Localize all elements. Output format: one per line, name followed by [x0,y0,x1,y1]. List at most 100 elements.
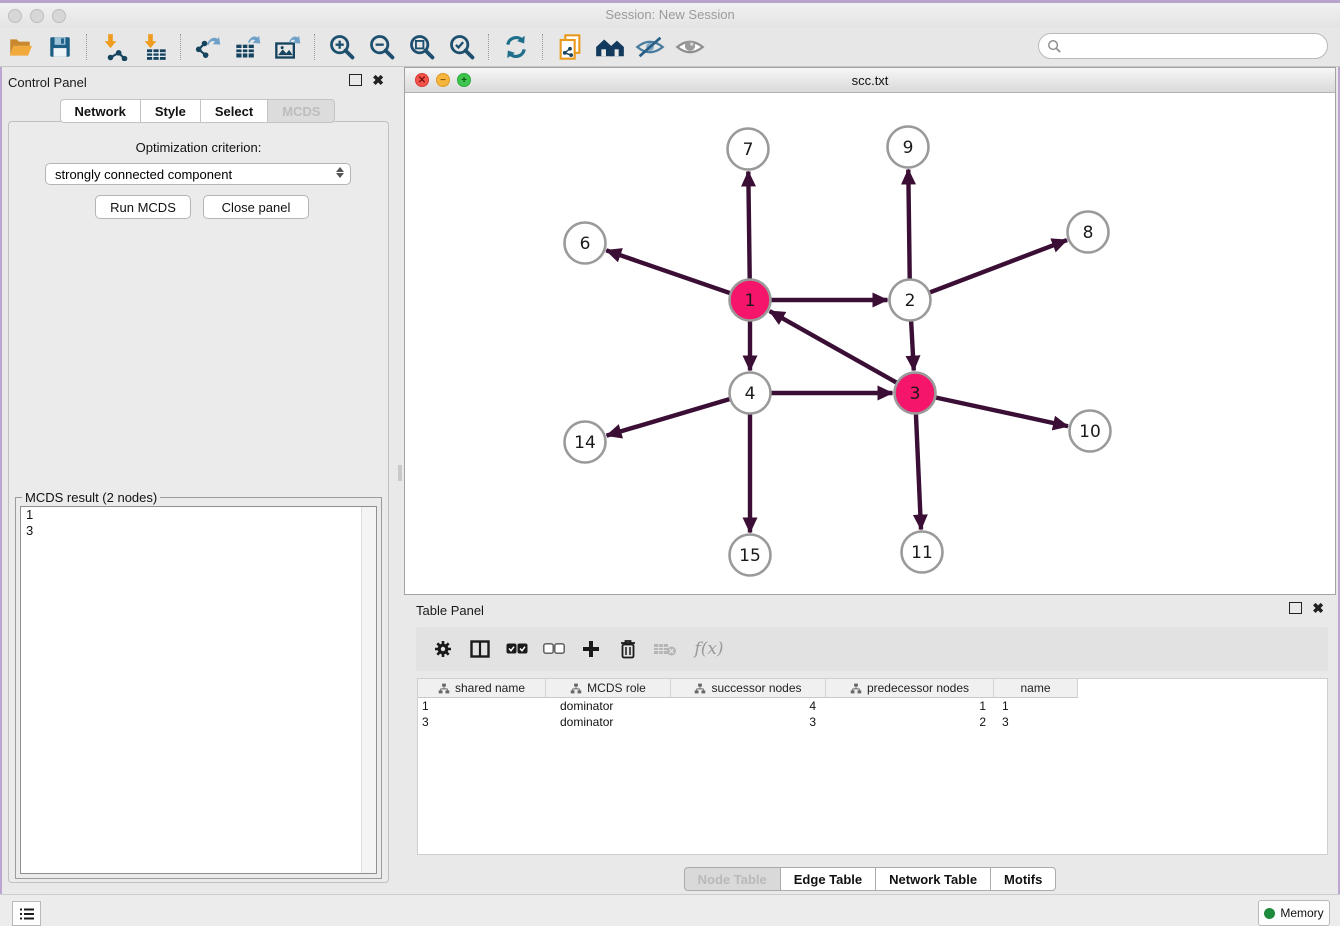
import-network-button[interactable] [94,31,134,63]
column-type-icon [850,683,862,694]
graph-node-7[interactable]: 7 [728,129,769,170]
table-tab-edge-table[interactable]: Edge Table [780,867,875,891]
table-row[interactable]: 1dominator411 [418,698,1327,714]
control-panel-close-icon[interactable]: ✖ [372,75,384,85]
graph-node-3[interactable]: 3 [895,373,936,414]
table-cell[interactable]: 3 [994,714,1078,730]
table-row[interactable]: 3dominator323 [418,714,1327,730]
table-cell[interactable]: 2 [826,714,994,730]
vertical-splitter-handle[interactable] [398,465,402,481]
zoom-selected-button[interactable] [442,31,482,63]
table-cell[interactable]: 1 [826,698,994,714]
eye-icon [675,33,705,61]
graph-edge-3-1[interactable] [770,311,898,383]
function-fx-icon: f(x) [694,639,723,659]
table-cell[interactable]: 1 [994,698,1078,714]
zoom-out-button[interactable] [362,31,402,63]
graph-edge-2-3[interactable] [911,320,914,370]
mcds-result-list[interactable]: 13 [20,506,377,874]
table-cell[interactable]: dominator [546,714,671,730]
memory-button[interactable]: Memory [1258,900,1330,926]
control-panel-float-icon[interactable] [349,74,362,86]
network-window-titlebar[interactable]: ✕ − + scc.txt [405,68,1335,93]
search-input[interactable] [1062,38,1327,55]
graph-edge-4-14[interactable] [607,399,731,436]
control-tab-network[interactable]: Network [60,99,140,123]
gear-icon [433,639,453,659]
mcds-result-item[interactable]: 1 [21,507,376,523]
show-all-button[interactable] [670,31,710,63]
toolbar-separator [542,34,544,60]
zoom-in-button[interactable] [322,31,362,63]
graph-node-10[interactable]: 10 [1070,411,1111,452]
column-header-predecessor-nodes[interactable]: predecessor nodes [826,679,994,698]
control-tab-style[interactable]: Style [140,99,200,123]
hide-selected-button[interactable] [630,31,670,63]
import-table-button[interactable] [134,31,174,63]
svg-text:4: 4 [745,384,756,404]
table-tab-node-table[interactable]: Node Table [684,867,780,891]
graph-edge-1-6[interactable] [606,250,730,293]
close-panel-button[interactable]: Close panel [203,195,309,219]
table-split-panel-button[interactable] [461,632,498,666]
mcds-result-item[interactable]: 3 [21,523,376,539]
table-select-all-button[interactable] [498,632,535,666]
zoom-fit-button[interactable] [402,31,442,63]
svg-text:1: 1 [745,291,756,311]
column-header-label: name [1020,681,1050,695]
table-cell[interactable]: 1 [418,698,546,714]
memory-status-icon [1264,908,1275,919]
graph-node-1[interactable]: 1 [730,280,771,321]
search-icon [1047,39,1062,54]
task-history-button[interactable] [12,901,41,926]
checked-boxes-icon [506,643,528,655]
table-cell[interactable]: 4 [671,698,826,714]
graph-edge-3-11[interactable] [916,413,921,529]
graph-node-2[interactable]: 2 [890,280,931,321]
table-clear-selection-button[interactable] [535,632,572,666]
table-cell[interactable]: 3 [671,714,826,730]
mcds-result-groupbox: MCDS result (2 nodes) 13 [15,497,382,879]
table-tab-network-table[interactable]: Network Table [875,867,990,891]
export-table-button[interactable] [228,31,268,63]
table-panel-float-icon[interactable] [1289,602,1302,614]
table-cell[interactable]: 3 [418,714,546,730]
graph-edge-2-8[interactable] [929,240,1067,293]
network-graph-canvas[interactable]: 7 9 6 8 1 2 4 3 14 10 15 11 [405,93,1335,594]
table-gear-button[interactable] [424,632,461,666]
refresh-view-button[interactable] [496,31,536,63]
graph-node-14[interactable]: 14 [565,422,606,463]
graph-edge-3-10[interactable] [935,397,1068,426]
table-add-column-button[interactable] [572,632,609,666]
graph-edge-2-9[interactable] [908,169,909,279]
column-header-shared-name[interactable]: shared name [418,679,546,698]
export-image-button[interactable] [268,31,308,63]
graph-node-11[interactable]: 11 [902,532,943,573]
run-mcds-button[interactable]: Run MCDS [95,195,191,219]
graph-node-6[interactable]: 6 [565,223,606,264]
graph-node-9[interactable]: 9 [888,127,929,168]
table-panel-close-icon[interactable]: ✖ [1312,603,1324,613]
home-layout-button[interactable] [590,31,630,63]
graph-node-15[interactable]: 15 [730,535,771,576]
table-delete-column-button[interactable] [609,632,646,666]
table-tab-motifs[interactable]: Motifs [990,867,1056,891]
export-network-button[interactable] [188,31,228,63]
clone-network-button[interactable] [550,31,590,63]
optimization-criterion-dropdown[interactable]: strongly connected component [45,163,351,185]
control-tab-mcds[interactable]: MCDS [267,99,335,123]
graph-edge-1-7[interactable] [748,171,749,279]
table-cell[interactable]: dominator [546,698,671,714]
search-field[interactable] [1038,33,1328,59]
open-file-button[interactable] [0,31,40,63]
trash-icon [619,639,637,659]
column-header-name[interactable]: name [994,679,1078,698]
control-tab-select[interactable]: Select [200,99,267,123]
save-session-button[interactable] [40,31,80,63]
result-scrollbar[interactable] [361,507,376,873]
eye-slash-icon [635,33,665,61]
graph-node-4[interactable]: 4 [730,373,771,414]
column-header-successor-nodes[interactable]: successor nodes [671,679,826,698]
graph-node-8[interactable]: 8 [1068,212,1109,253]
column-header-MCDS-role[interactable]: MCDS role [546,679,671,698]
